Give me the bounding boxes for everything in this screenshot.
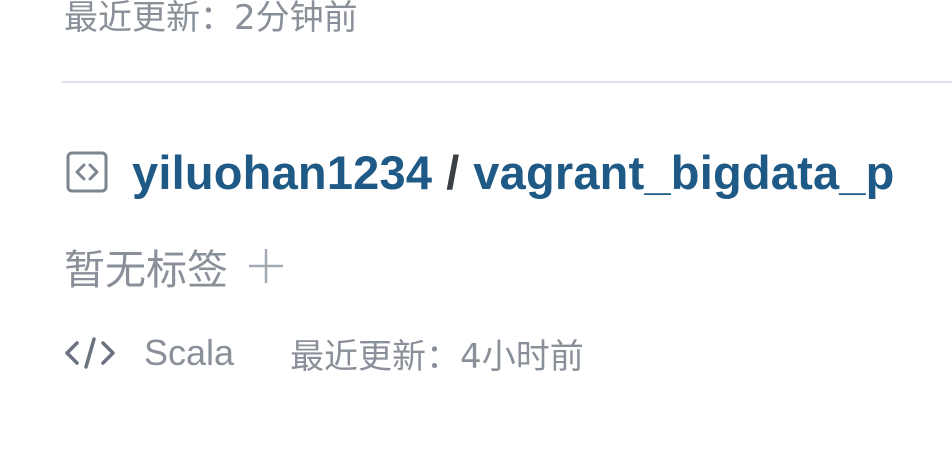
repo-name-link[interactable]: vagrant_bigdata_p (473, 145, 894, 200)
repo-list: 最近更新：2分钟前 yiluohan1234 / vagrant_bigdata… (0, 0, 952, 452)
repo-code-icon (66, 151, 108, 193)
previous-repo-updated-time: 最近更新：2分钟前 (64, 0, 358, 38)
divider (62, 81, 952, 83)
repo-language: Scala (144, 332, 235, 373)
repo-tags-row: 暂无标签 (64, 240, 286, 294)
no-tags-label: 暂无标签 (64, 246, 228, 294)
plus-icon[interactable] (246, 246, 286, 286)
repo-title-row: yiluohan1234 / vagrant_bigdata_p (66, 145, 895, 200)
repo-updated-time: 最近更新：4小时前 (290, 336, 584, 377)
code-icon (64, 333, 116, 373)
repo-path-separator: / (446, 145, 460, 199)
repo-meta-row: Scala 最近更新：4小时前 (64, 330, 584, 377)
repo-owner-link[interactable]: yiluohan1234 (132, 145, 432, 200)
